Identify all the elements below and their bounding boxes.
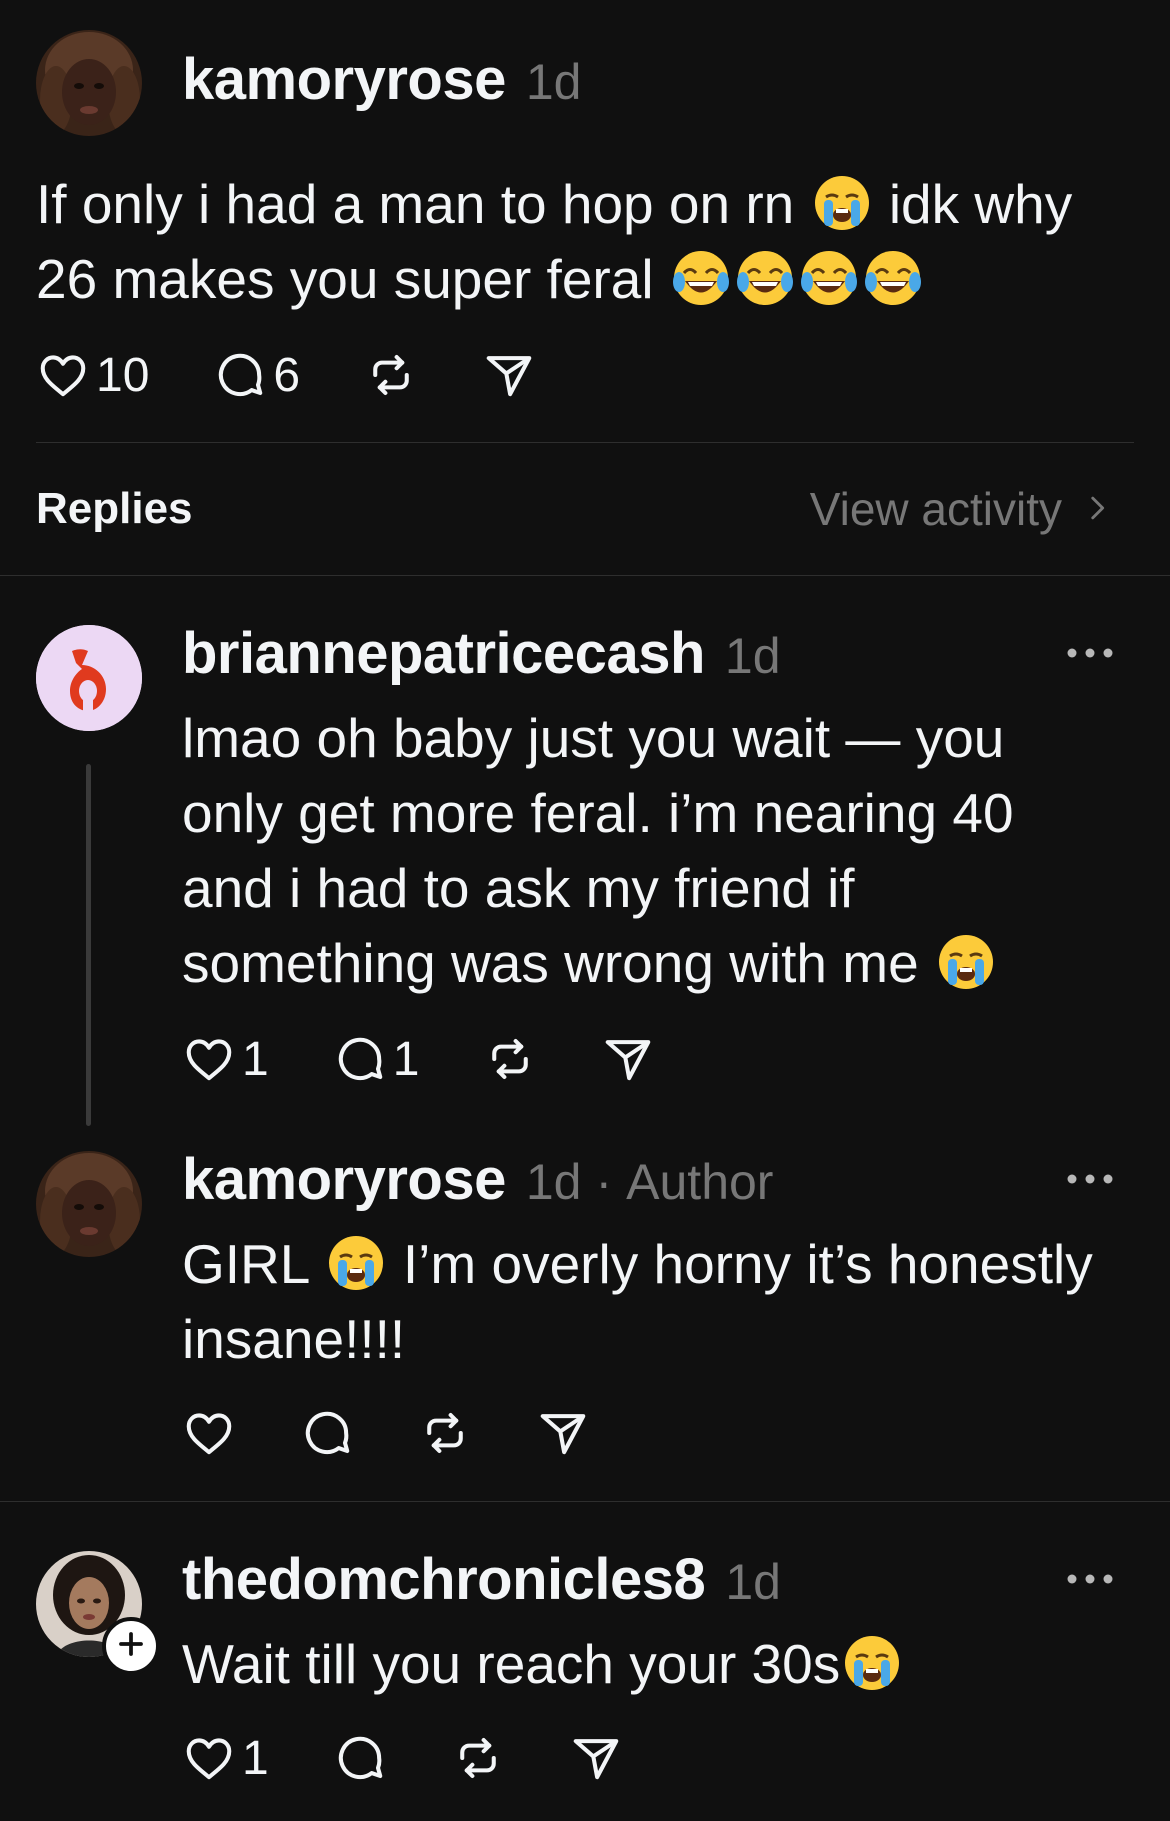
avatar[interactable] xyxy=(36,30,142,136)
timestamp: 1d xyxy=(724,628,781,684)
repost-icon xyxy=(483,1032,537,1086)
repost-button[interactable] xyxy=(483,1032,537,1086)
post-text-line1-a: If only i had a man to hop on rn xyxy=(36,173,810,235)
tears-of-joy-face-icon xyxy=(799,248,859,308)
reply-text: lmao oh baby just you wait — you only ge… xyxy=(182,701,1142,1001)
reply-text: Wait till you reach your 30s xyxy=(182,1627,1142,1702)
reply-text-line1-b: I’m overly horny it’s honestly xyxy=(387,1233,1093,1295)
loudly-crying-face-icon xyxy=(936,932,996,992)
heart-icon xyxy=(182,1406,236,1460)
post-text: If only i had a man to hop on rn idk why… xyxy=(36,167,1146,317)
reply-actions: 1 xyxy=(182,1728,687,1788)
follow-button[interactable] xyxy=(102,1617,160,1675)
send-icon xyxy=(536,1406,590,1460)
send-icon xyxy=(569,1731,623,1785)
separator: · xyxy=(595,1154,613,1210)
reply-actions: 1 1 xyxy=(182,1029,719,1089)
reply-text-line: lmao oh baby just you wait — you xyxy=(182,707,1005,769)
more-icon xyxy=(1060,1164,1120,1194)
tears-of-joy-face-icon xyxy=(671,248,731,308)
repost-icon xyxy=(364,348,418,402)
reply-text-line1-a: GIRL xyxy=(182,1233,324,1295)
like-button[interactable] xyxy=(182,1406,236,1460)
thread-line xyxy=(86,764,91,1126)
comment-button[interactable]: 6 xyxy=(213,348,300,403)
repost-button[interactable] xyxy=(364,348,418,402)
replies-title: Replies xyxy=(36,484,193,533)
like-count: 10 xyxy=(96,348,150,402)
comment-icon xyxy=(213,348,267,402)
more-icon xyxy=(1060,638,1120,668)
comment-icon xyxy=(300,1406,354,1460)
heart-icon xyxy=(182,1731,236,1785)
like-count: 1 xyxy=(242,1731,269,1785)
comment-button[interactable] xyxy=(333,1731,387,1785)
view-activity-link[interactable]: View activity xyxy=(810,482,1114,536)
repost-icon xyxy=(418,1406,472,1460)
reply-text: GIRL I’m overly horny it’s honestly insa… xyxy=(182,1227,1152,1377)
divider xyxy=(0,575,1170,576)
divider xyxy=(36,442,1134,443)
author-badge: Author xyxy=(626,1154,774,1210)
reply-actions xyxy=(182,1403,654,1463)
tears-of-joy-face-icon xyxy=(863,248,923,308)
timestamp: 1d xyxy=(525,1154,582,1210)
reply-text-line: only get more feral. i’m nearing 40 xyxy=(182,782,1014,844)
username[interactable]: kamoryrose xyxy=(182,1146,506,1213)
like-count: 1 xyxy=(242,1032,269,1086)
reply-text-line2: insane!!!! xyxy=(182,1308,406,1370)
avatar[interactable] xyxy=(36,625,142,731)
username[interactable]: briannepatricecash xyxy=(182,620,705,687)
loudly-crying-face-icon xyxy=(326,1233,386,1293)
loudly-crying-face-icon xyxy=(842,1633,902,1693)
view-activity-label: View activity xyxy=(809,483,1062,535)
repost-button[interactable] xyxy=(451,1731,505,1785)
share-button[interactable] xyxy=(601,1032,655,1086)
send-icon xyxy=(601,1032,655,1086)
more-options-button[interactable] xyxy=(1060,1164,1120,1194)
timestamp: 1d xyxy=(725,1554,781,1610)
share-button[interactable] xyxy=(482,348,536,402)
username[interactable]: thedomchronicles8 xyxy=(182,1546,706,1613)
loudly-crying-face-icon xyxy=(812,173,872,233)
comment-count: 6 xyxy=(273,348,301,402)
comment-count: 1 xyxy=(392,1032,420,1086)
post-text-line2: 26 makes you super feral xyxy=(36,248,669,310)
reply-text-line: Wait till you reach your 30s xyxy=(182,1633,841,1695)
reply-text-line: something was wrong with me xyxy=(182,932,934,994)
plus-icon xyxy=(116,1629,146,1664)
heart-icon xyxy=(36,348,90,402)
tears-of-joy-face-icon xyxy=(735,248,795,308)
divider xyxy=(0,1501,1170,1502)
chevron-right-icon xyxy=(1062,482,1114,536)
post-text-line1-b: idk why xyxy=(873,173,1073,235)
like-button[interactable]: 1 xyxy=(182,1032,269,1087)
username[interactable]: kamoryrose xyxy=(182,46,506,113)
avatar[interactable] xyxy=(36,1151,142,1257)
post-actions: 10 6 xyxy=(36,345,600,405)
more-icon xyxy=(1060,1564,1120,1594)
comment-button[interactable] xyxy=(300,1406,354,1460)
reply-text-line: and i had to ask my friend if xyxy=(182,857,855,919)
send-icon xyxy=(482,348,536,402)
comment-icon xyxy=(333,1731,387,1785)
repost-icon xyxy=(451,1731,505,1785)
share-button[interactable] xyxy=(569,1731,623,1785)
more-options-button[interactable] xyxy=(1060,638,1120,668)
repost-button[interactable] xyxy=(418,1406,472,1460)
heart-icon xyxy=(182,1032,236,1086)
comment-icon xyxy=(333,1032,387,1086)
more-options-button[interactable] xyxy=(1060,1564,1120,1594)
timestamp: 1d xyxy=(525,54,582,110)
comment-button[interactable]: 1 xyxy=(333,1032,420,1087)
like-button[interactable]: 10 xyxy=(36,348,149,403)
share-button[interactable] xyxy=(536,1406,590,1460)
like-button[interactable]: 1 xyxy=(182,1731,269,1786)
